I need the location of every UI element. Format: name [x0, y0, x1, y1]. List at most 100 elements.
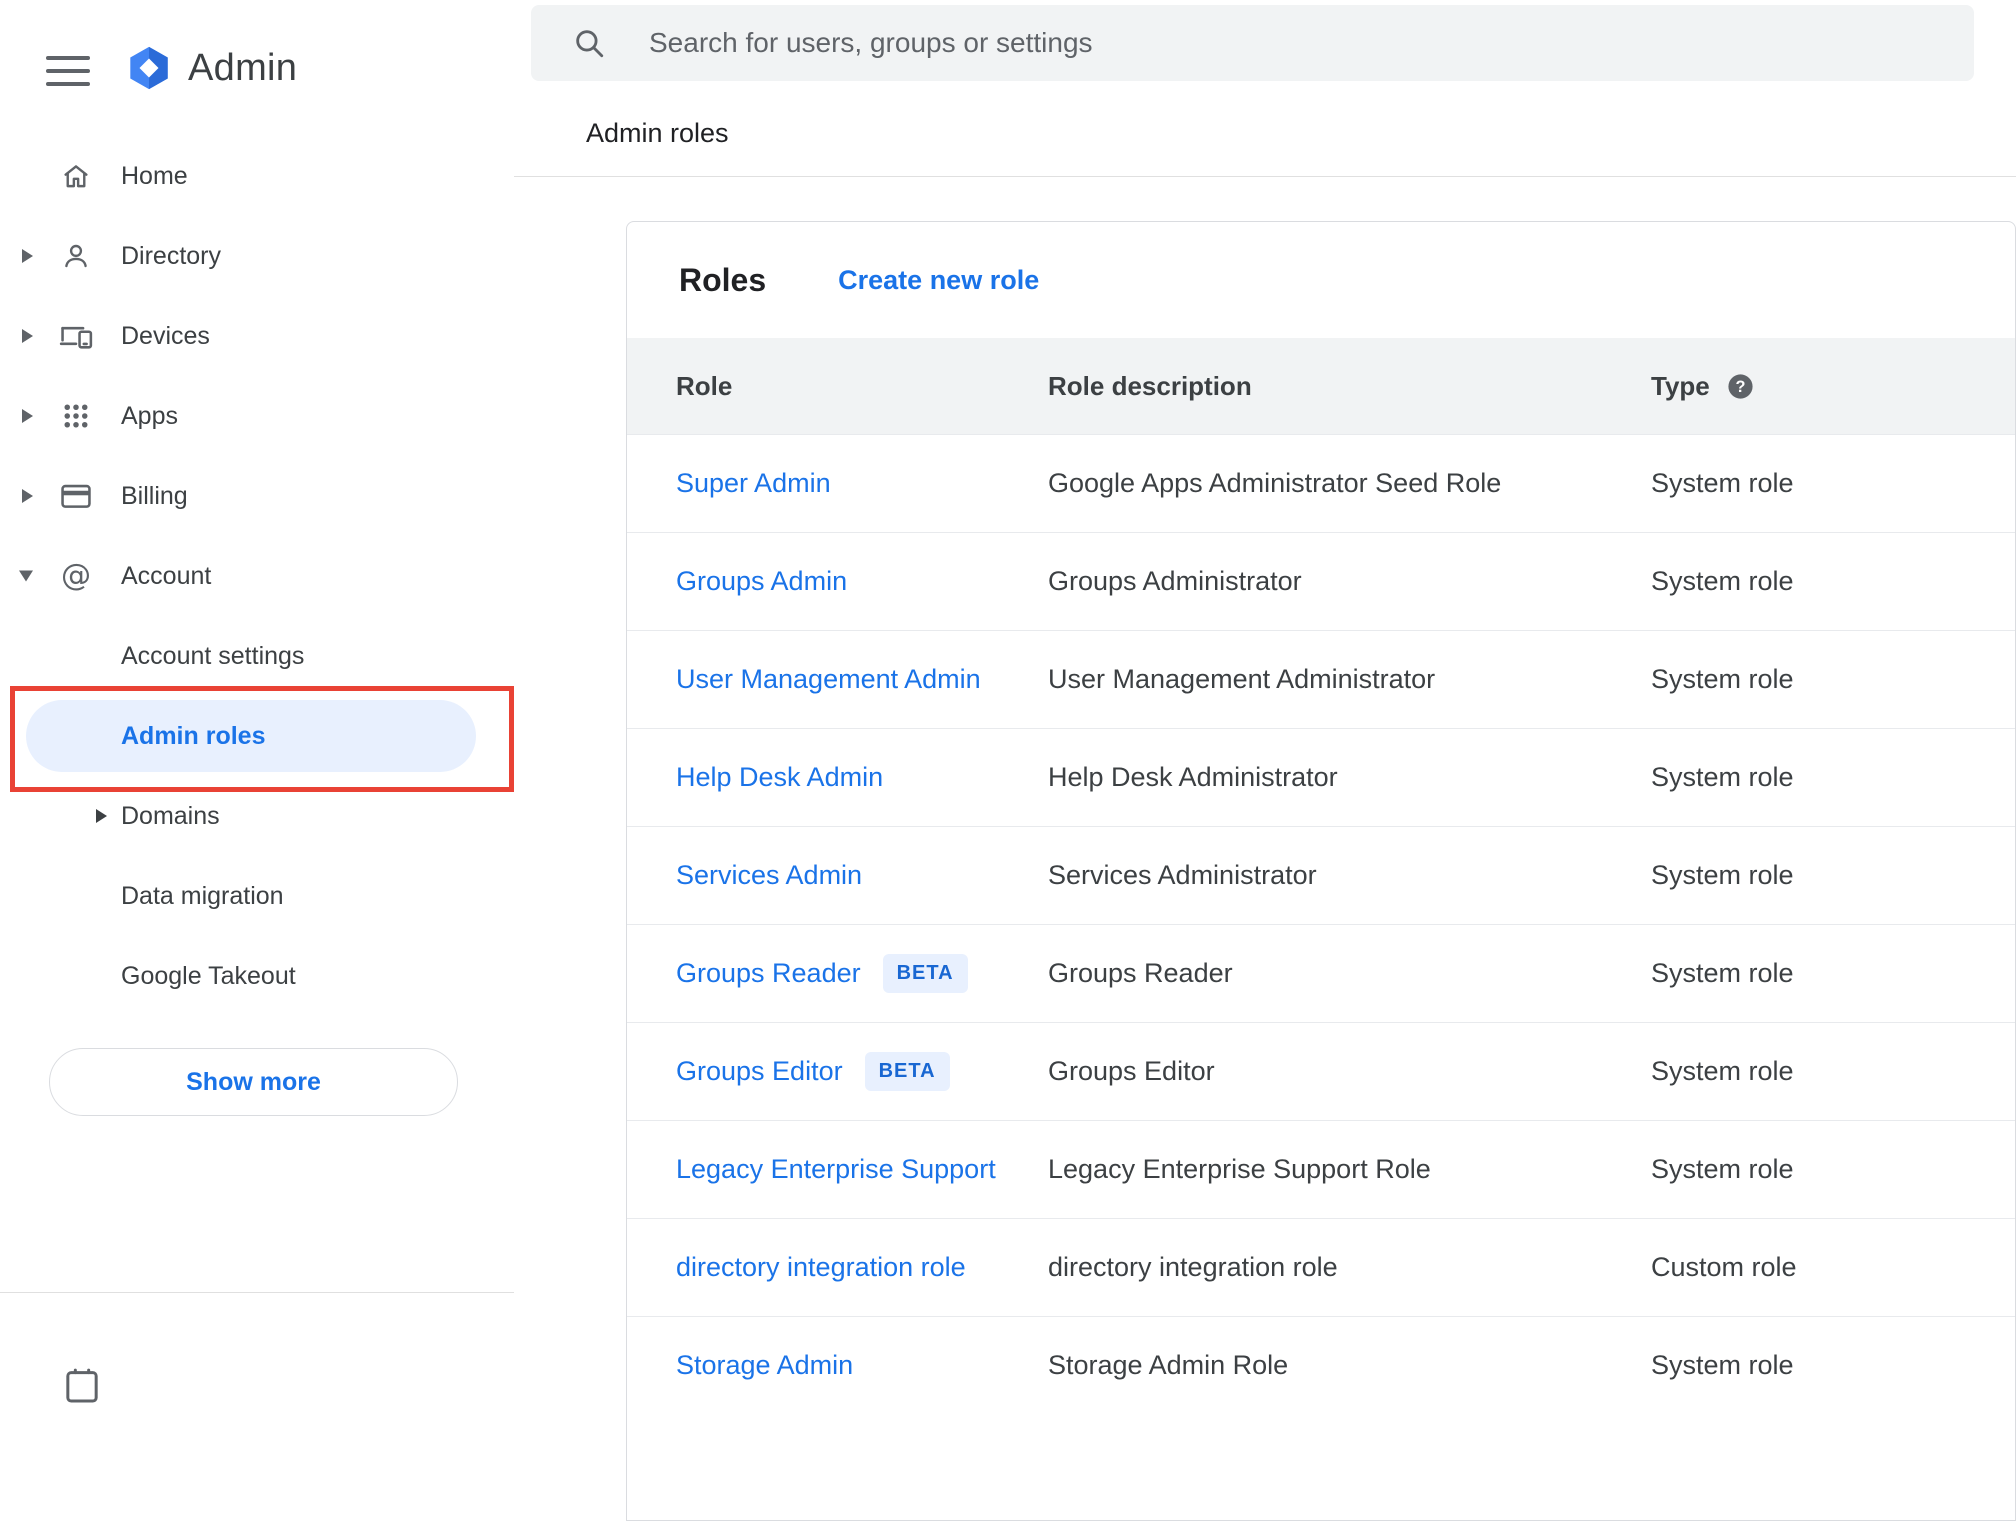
role-type-cell: System role — [1651, 762, 1794, 792]
role-cell: Storage Admin — [627, 1350, 1048, 1381]
show-more-button[interactable]: Show more — [49, 1048, 458, 1116]
roles-card: Roles Create new role Role Role descript… — [626, 221, 2016, 1521]
sidebar-item-account[interactable]: @ Account — [0, 536, 514, 616]
role-type-cell: System role — [1651, 958, 1794, 988]
billing-card-icon — [56, 476, 96, 516]
table-row: Groups Editor BETA Groups Editor System rol… — [627, 1022, 2015, 1120]
role-type-cell: Custom role — [1651, 1252, 1797, 1282]
sidebar-subitem-label: Admin roles — [121, 721, 266, 750]
sidebar-item-directory[interactable]: Directory — [0, 216, 514, 296]
table-row: Services Admin Services Administrator Syst… — [627, 826, 2015, 924]
chevron-right-icon[interactable] — [22, 409, 33, 423]
svg-text:?: ? — [1736, 378, 1746, 396]
role-link[interactable]: Groups Editor — [676, 1056, 843, 1087]
sidebar-subitem-data-migration[interactable]: Data migration — [0, 856, 514, 936]
role-link[interactable]: Super Admin — [676, 468, 831, 499]
sidebar-subitem-label: Account settings — [121, 641, 305, 670]
role-description-cell: Services Administrator — [1048, 860, 1317, 890]
role-description-cell: Groups Reader — [1048, 958, 1233, 988]
search-input[interactable] — [647, 26, 1944, 60]
role-description-cell: User Management Administrator — [1048, 664, 1436, 694]
chevron-right-icon[interactable] — [22, 329, 33, 343]
role-link[interactable]: User Management Admin — [676, 664, 981, 695]
role-cell: Groups Editor BETA — [627, 1052, 1048, 1091]
sidebar-subitem-label: Google Takeout — [121, 961, 296, 990]
create-new-role-link[interactable]: Create new role — [838, 265, 1039, 296]
role-link[interactable]: Services Admin — [676, 860, 862, 891]
search-bar[interactable] — [531, 5, 1974, 81]
sidebar-subitem-domains[interactable]: Domains — [0, 776, 514, 856]
help-icon[interactable]: ? — [1726, 371, 1756, 401]
role-type-cell: System role — [1651, 468, 1794, 498]
role-cell: User Management Admin — [627, 664, 1048, 695]
search-icon — [571, 25, 607, 61]
role-link[interactable]: Groups Admin — [676, 566, 847, 597]
sidebar: Admin Home Directory Devices Apps Billing @ Ac… — [0, 0, 514, 1403]
beta-badge: BETA — [864, 1052, 950, 1091]
content-divider — [514, 176, 2016, 177]
beta-badge: BETA — [882, 954, 968, 993]
role-description-cell: Help Desk Administrator — [1048, 762, 1338, 792]
table-row: Super Admin Google Apps Administrator See… — [627, 434, 2015, 532]
role-type-cell: System role — [1651, 1056, 1794, 1086]
brand: Admin — [126, 45, 297, 91]
sidebar-item-home[interactable]: Home — [0, 136, 514, 216]
hamburger-icon — [46, 56, 90, 86]
role-link[interactable]: Storage Admin — [676, 1350, 853, 1381]
table-row: Groups Reader BETA Groups Reader System rol… — [627, 924, 2015, 1022]
table-row: Help Desk Admin Help Desk Administrator Sy… — [627, 728, 2015, 826]
sidebar-header: Admin — [0, 0, 514, 136]
role-description-cell: Storage Admin Role — [1048, 1350, 1289, 1380]
role-type-cell: System role — [1651, 664, 1794, 694]
role-link[interactable]: Groups Reader — [676, 958, 861, 989]
sidebar-subitem-account-settings[interactable]: Account settings — [0, 616, 514, 696]
role-description-cell: Groups Editor — [1048, 1056, 1215, 1086]
chevron-down-icon[interactable] — [19, 570, 33, 582]
home-icon — [56, 156, 96, 196]
sidebar-item-label: Directory — [121, 241, 222, 270]
sidebar-bottom-divider — [0, 1292, 514, 1293]
role-description-cell: Google Apps Administrator Seed Role — [1048, 468, 1502, 498]
role-cell: Legacy Enterprise Support — [627, 1154, 1048, 1185]
roles-table-body: Super Admin Google Apps Administrator See… — [627, 434, 2015, 1414]
partial-bottom-icon — [62, 1366, 102, 1406]
role-link[interactable]: Help Desk Admin — [676, 762, 883, 793]
sidebar-subitem-admin-roles[interactable]: Admin roles — [26, 700, 476, 772]
sidebar-subitem-google-takeout[interactable]: Google Takeout — [0, 936, 514, 1016]
roles-card-header: Roles Create new role — [627, 222, 2015, 338]
main-content: Admin roles Roles Create new role Role R… — [514, 0, 2016, 1521]
sidebar-item-apps[interactable]: Apps — [0, 376, 514, 456]
sidebar-item-label: Devices — [121, 321, 210, 350]
role-link[interactable]: Legacy Enterprise Support — [676, 1154, 996, 1185]
role-cell: Help Desk Admin — [627, 762, 1048, 793]
sidebar-item-label: Apps — [121, 401, 178, 430]
sidebar-item-devices[interactable]: Devices — [0, 296, 514, 376]
role-cell: Super Admin — [627, 468, 1048, 499]
sidebar-item-label: Account — [121, 561, 212, 590]
role-type-cell: System role — [1651, 1350, 1794, 1380]
chevron-right-icon[interactable] — [96, 809, 107, 823]
menu-button[interactable] — [46, 52, 90, 86]
table-row: Storage Admin Storage Admin Role System ro… — [627, 1316, 2015, 1414]
table-row: User Management Admin User Management Adm… — [627, 630, 2015, 728]
sidebar-subitem-label: Data migration — [121, 881, 284, 910]
brand-title: Admin — [188, 46, 298, 89]
sidebar-item-label: Home — [121, 161, 188, 190]
table-row: Groups Admin Groups Administrator System r… — [627, 532, 2015, 630]
table-row: directory integration role directory inte… — [627, 1218, 2015, 1316]
at-sign-icon: @ — [56, 556, 96, 596]
role-description-cell: Legacy Enterprise Support Role — [1048, 1154, 1431, 1184]
chevron-right-icon[interactable] — [22, 249, 33, 263]
column-header-role: Role — [676, 370, 733, 401]
role-link[interactable]: directory integration role — [676, 1252, 966, 1283]
role-type-cell: System role — [1651, 1154, 1794, 1184]
role-type-cell: System role — [1651, 566, 1794, 596]
sidebar-item-billing[interactable]: Billing — [0, 456, 514, 536]
breadcrumb: Admin roles — [586, 118, 729, 148]
card-title: Roles — [679, 261, 767, 298]
role-cell: directory integration role — [627, 1252, 1048, 1283]
chevron-right-icon[interactable] — [22, 489, 33, 503]
roles-table-header: Role Role description Type ? — [627, 338, 2015, 434]
column-header-role-description: Role description — [1048, 370, 1252, 401]
sidebar-item-label: Billing — [121, 481, 188, 510]
